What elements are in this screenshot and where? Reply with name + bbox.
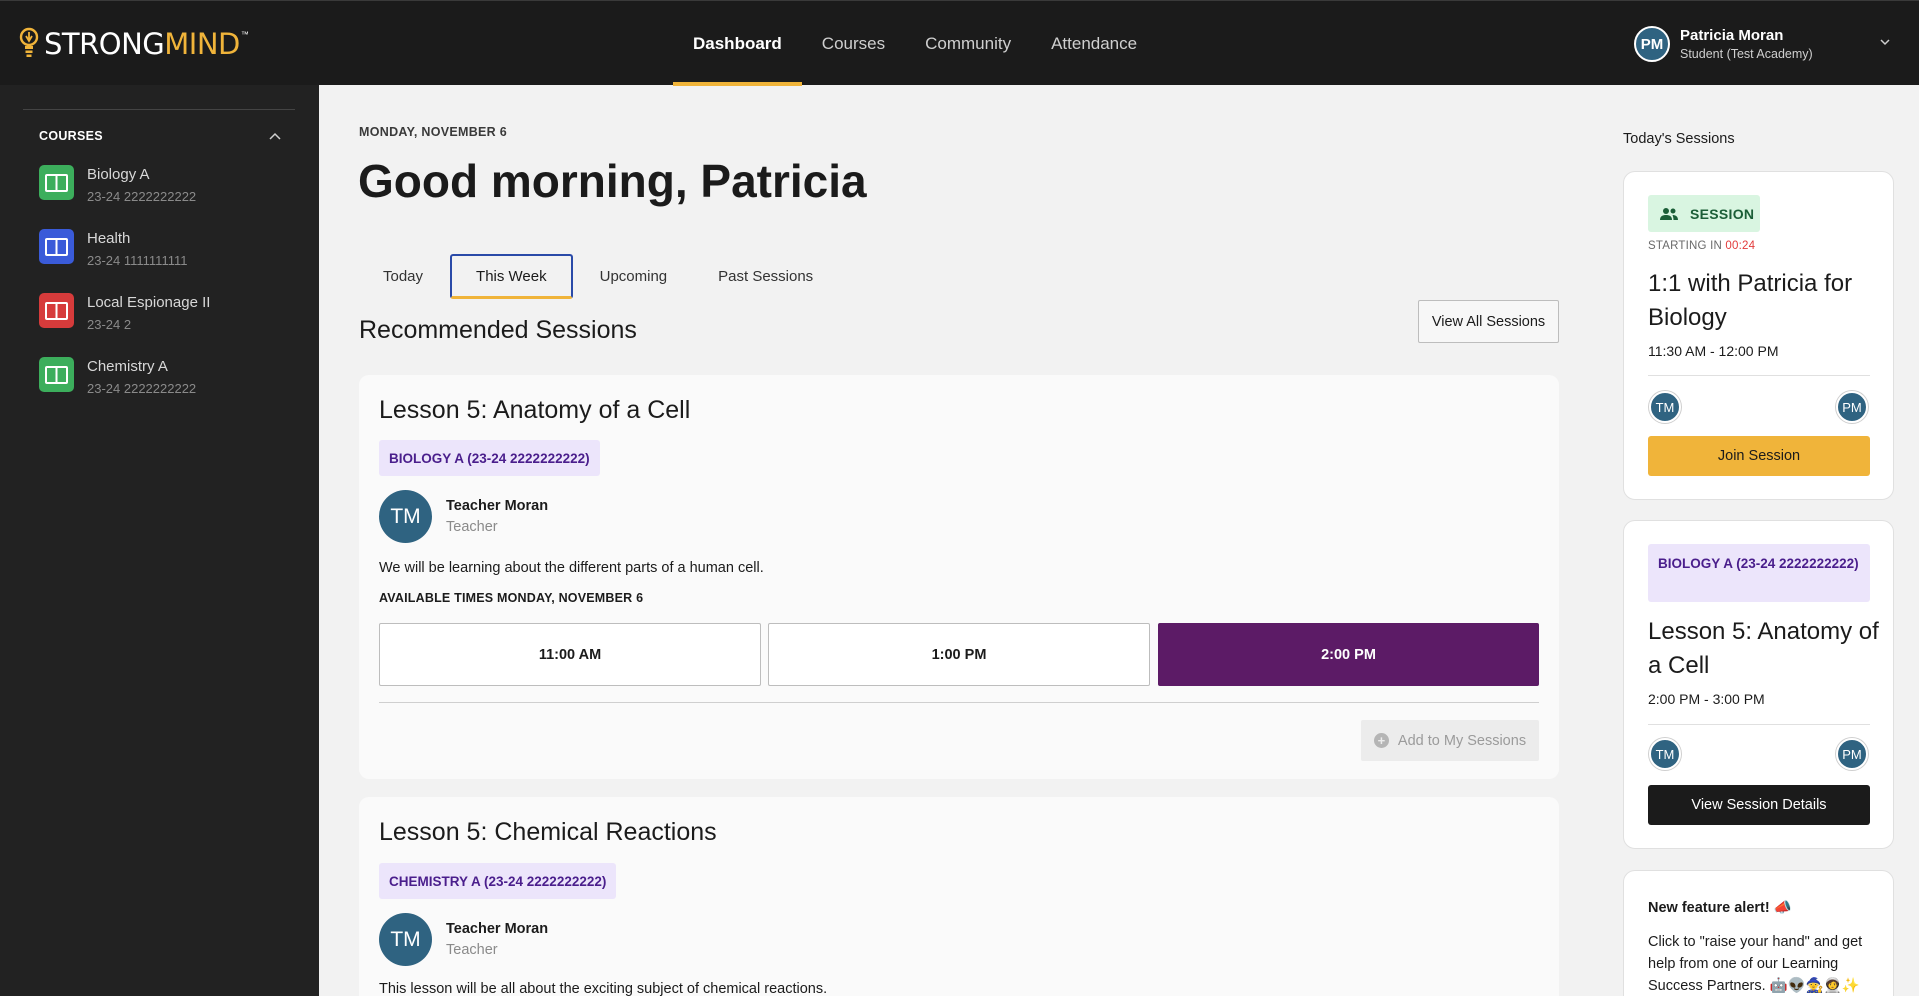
sidebar: COURSES Biology A 23-24 2222222222 Healt… bbox=[0, 85, 319, 996]
add-to-my-sessions-label: Add to My Sessions bbox=[1397, 732, 1527, 749]
user-avatar: PM bbox=[1634, 26, 1670, 62]
teacher-avatar: TM bbox=[379, 490, 432, 543]
tab-past-sessions[interactable]: Past Sessions bbox=[694, 254, 837, 299]
nav-courses[interactable]: Courses bbox=[802, 1, 905, 86]
tab-this-week[interactable]: This Week bbox=[450, 254, 573, 299]
session-title: Lesson 5: Chemical Reactions bbox=[379, 818, 717, 846]
courses-section-header[interactable]: COURSES bbox=[39, 129, 281, 143]
card-divider bbox=[379, 702, 1539, 703]
nav-community[interactable]: Community bbox=[905, 1, 1031, 86]
session-description: This lesson will be all about the exciti… bbox=[379, 981, 828, 996]
top-bar: STRONGMIND ™ Dashboard Courses Community… bbox=[0, 0, 1919, 86]
course-code: 23-24 2222222222 bbox=[87, 381, 197, 396]
people-icon bbox=[1660, 207, 1678, 220]
session-title: Lesson 5: Anatomy of a Cell bbox=[379, 396, 691, 424]
tab-upcoming[interactable]: Upcoming bbox=[576, 254, 692, 299]
chevron-up-icon[interactable] bbox=[269, 132, 281, 140]
card-divider bbox=[1648, 724, 1870, 725]
session-time: 11:30 AM - 12:00 PM bbox=[1648, 343, 1779, 359]
add-to-my-sessions-button[interactable]: + Add to My Sessions bbox=[1361, 720, 1539, 761]
course-name: Biology A bbox=[87, 166, 150, 183]
teacher-role: Teacher bbox=[446, 942, 498, 958]
nav-attendance[interactable]: Attendance bbox=[1031, 1, 1157, 86]
session-badge-label: SESSION bbox=[1690, 205, 1755, 222]
book-icon bbox=[39, 357, 74, 392]
course-badge: BIOLOGY A (23-24 2222222222) bbox=[1648, 544, 1870, 602]
participant-avatar: PM bbox=[1836, 391, 1868, 423]
user-name: Patricia Moran bbox=[1680, 27, 1784, 44]
session-card: Lesson 5: Chemical Reactions CHEMISTRY A… bbox=[359, 797, 1559, 996]
session-time: 2:00 PM - 3:00 PM bbox=[1648, 691, 1765, 707]
tab-today[interactable]: Today bbox=[359, 254, 447, 299]
teacher-name: Teacher Moran bbox=[446, 498, 549, 514]
user-menu[interactable]: PM Patricia Moran Student (Test Academy) bbox=[1634, 23, 1813, 65]
card-divider bbox=[1648, 375, 1870, 376]
feature-alert-card: New feature alert! 📣 Click to "raise you… bbox=[1623, 870, 1894, 996]
logo-wordmark: STRONGMIND bbox=[44, 27, 240, 61]
course-code: 23-24 2 bbox=[87, 317, 132, 332]
session-badge: SESSION bbox=[1648, 195, 1760, 232]
alert-text: Click to "raise your hand" and get help … bbox=[1648, 934, 1863, 994]
session-title: Lesson 5: Anatomy of a Cell bbox=[1648, 618, 1879, 679]
book-icon bbox=[39, 165, 74, 200]
participant-avatar: TM bbox=[1649, 391, 1681, 423]
chevron-down-icon[interactable] bbox=[1880, 37, 1890, 47]
nav-dashboard[interactable]: Dashboard bbox=[673, 1, 802, 86]
recommended-sessions-heading: Recommended Sessions bbox=[359, 316, 637, 344]
course-name: Health bbox=[87, 230, 131, 247]
teacher-name: Teacher Moran bbox=[446, 921, 549, 937]
course-name: Local Espionage II bbox=[87, 294, 211, 311]
logo-trademark: ™ bbox=[240, 30, 249, 39]
alert-title: New feature alert! 📣 bbox=[1648, 900, 1792, 916]
time-slot-2pm[interactable]: 2:00 PM bbox=[1158, 623, 1539, 686]
view-all-sessions-button[interactable]: View All Sessions bbox=[1418, 300, 1559, 343]
sidebar-course-local-espionage-ii[interactable]: Local Espionage II 23-24 2 bbox=[39, 293, 210, 332]
strongmind-logo[interactable]: STRONGMIND ™ bbox=[18, 27, 249, 61]
starting-in-label: STARTING IN 00:24 bbox=[1648, 240, 1756, 252]
today-lesson-card: BIOLOGY A (23-24 2222222222) Lesson 5: A… bbox=[1623, 520, 1894, 849]
course-code: 23-24 1111111111 bbox=[87, 253, 188, 268]
page-title: Good morning, Patricia bbox=[358, 155, 867, 207]
available-times-label: AVAILABLE TIMES MONDAY, NOVEMBER 6 bbox=[379, 591, 644, 605]
countdown: 00:24 bbox=[1725, 240, 1756, 252]
sidebar-divider bbox=[23, 109, 295, 110]
sidebar-course-chemistry-a[interactable]: Chemistry A 23-24 2222222222 bbox=[39, 357, 196, 396]
user-role: Student (Test Academy) bbox=[1680, 47, 1813, 61]
participant-avatar: TM bbox=[1649, 738, 1681, 770]
lightbulb-icon bbox=[19, 27, 39, 57]
plus-circle-icon: + bbox=[1373, 733, 1389, 748]
time-slot-11am[interactable]: 11:00 AM bbox=[379, 623, 761, 686]
todays-sessions-heading: Today's Sessions bbox=[1623, 131, 1735, 147]
session-tabs: Today This Week Upcoming Past Sessions bbox=[359, 254, 840, 299]
teacher-role: Teacher bbox=[446, 519, 498, 535]
teacher-avatar: TM bbox=[379, 913, 432, 966]
join-session-button[interactable]: Join Session bbox=[1648, 436, 1870, 476]
today-session-card: SESSION STARTING IN 00:24 1:1 with Patri… bbox=[1623, 171, 1894, 500]
book-icon bbox=[39, 229, 74, 264]
main-nav: Dashboard Courses Community Attendance bbox=[673, 1, 1157, 86]
current-date: MONDAY, NOVEMBER 6 bbox=[359, 125, 508, 139]
session-description: We will be learning about the different … bbox=[379, 560, 764, 576]
participant-avatar: PM bbox=[1836, 738, 1868, 770]
time-slot-1pm[interactable]: 1:00 PM bbox=[768, 623, 1150, 686]
view-session-details-button[interactable]: View Session Details bbox=[1648, 785, 1870, 825]
course-name: Chemistry A bbox=[87, 358, 168, 375]
course-badge: BIOLOGY A (23-24 2222222222) bbox=[379, 440, 600, 476]
sidebar-course-health[interactable]: Health 23-24 1111111111 bbox=[39, 229, 187, 268]
courses-heading: COURSES bbox=[39, 129, 103, 143]
course-badge: CHEMISTRY A (23-24 2222222222) bbox=[379, 863, 617, 899]
session-title: 1:1 with Patricia for Biology bbox=[1648, 270, 1853, 331]
book-icon bbox=[39, 293, 74, 328]
sidebar-course-biology-a[interactable]: Biology A 23-24 2222222222 bbox=[39, 165, 196, 204]
teacher-info: TM Teacher Moran Teacher bbox=[379, 490, 548, 543]
course-code: 23-24 2222222222 bbox=[87, 189, 197, 204]
session-card: Lesson 5: Anatomy of a Cell BIOLOGY A (2… bbox=[359, 375, 1559, 779]
teacher-info: TM Teacher Moran Teacher bbox=[379, 913, 548, 966]
